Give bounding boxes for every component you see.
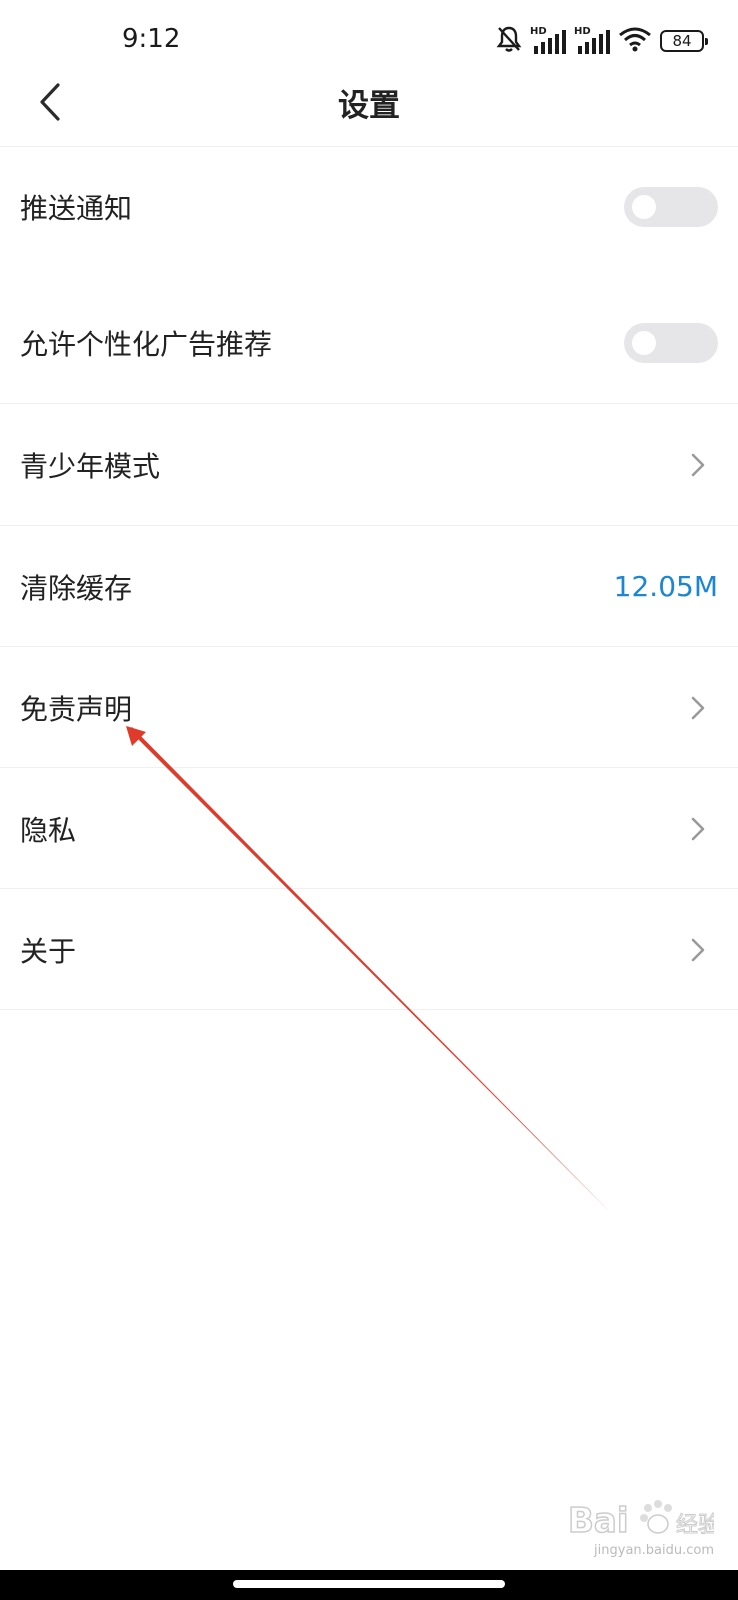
chevron-right-icon	[686, 814, 710, 844]
push-notifications-toggle[interactable]	[624, 187, 718, 227]
chevron-right-icon	[686, 693, 710, 723]
setting-label: 关于	[20, 934, 77, 968]
cache-size-value: 12.05M	[613, 570, 718, 603]
setting-row-about[interactable]: 关于	[0, 890, 738, 1010]
toggle-knob	[632, 330, 656, 355]
setting-label: 清除缓存	[20, 571, 133, 605]
setting-row-clear-cache[interactable]: 清除缓存 12.05M	[0, 527, 738, 647]
cell-signal-icon-2: HD	[574, 26, 610, 56]
chevron-right-icon	[686, 935, 710, 965]
setting-row-teen-mode[interactable]: 青少年模式	[0, 405, 738, 526]
setting-row-disclaimer[interactable]: 免责声明	[0, 648, 738, 768]
page-title: 设置	[338, 88, 400, 124]
personalized-ads-toggle[interactable]	[624, 322, 718, 363]
cell-signal-icon: HD	[530, 26, 566, 56]
setting-label: 允许个性化广告推荐	[20, 327, 273, 361]
battery-level: 84	[672, 32, 692, 50]
setting-row-personalized-ads: 允许个性化广告推荐	[0, 282, 738, 404]
settings-screen: 9:12 HD HD 84 设置 推送通知 允许个性化广告推荐 青少年模式 清除…	[0, 0, 738, 1600]
watermark-site: jingyan.baidu.com	[594, 1543, 714, 1558]
status-icons: HD HD 84	[496, 24, 708, 58]
setting-row-privacy[interactable]: 隐私	[0, 769, 738, 889]
bell-muted-icon	[496, 25, 522, 57]
svg-text:Bai: Bai	[568, 1501, 629, 1541]
baidu-watermark: Bai 经验 jingyan.baidu.com	[564, 1492, 721, 1562]
wifi-icon	[618, 25, 652, 57]
status-time: 9:12	[122, 24, 181, 54]
setting-row-push-notifications: 推送通知	[0, 147, 738, 267]
battery-indicator: 84	[660, 30, 708, 52]
setting-label: 青少年模式	[20, 450, 161, 483]
setting-label: 隐私	[20, 813, 77, 847]
app-header: 设置	[0, 66, 738, 142]
toggle-knob	[632, 195, 656, 219]
setting-label: 免责声明	[20, 692, 133, 726]
svg-text:经验: 经验	[676, 1513, 714, 1538]
system-nav-bar	[0, 1570, 738, 1600]
baidu-logo-icon: Bai 经验	[567, 1500, 721, 1542]
setting-label: 推送通知	[20, 192, 133, 225]
home-indicator[interactable]	[233, 1580, 505, 1588]
chevron-right-icon	[686, 450, 710, 480]
